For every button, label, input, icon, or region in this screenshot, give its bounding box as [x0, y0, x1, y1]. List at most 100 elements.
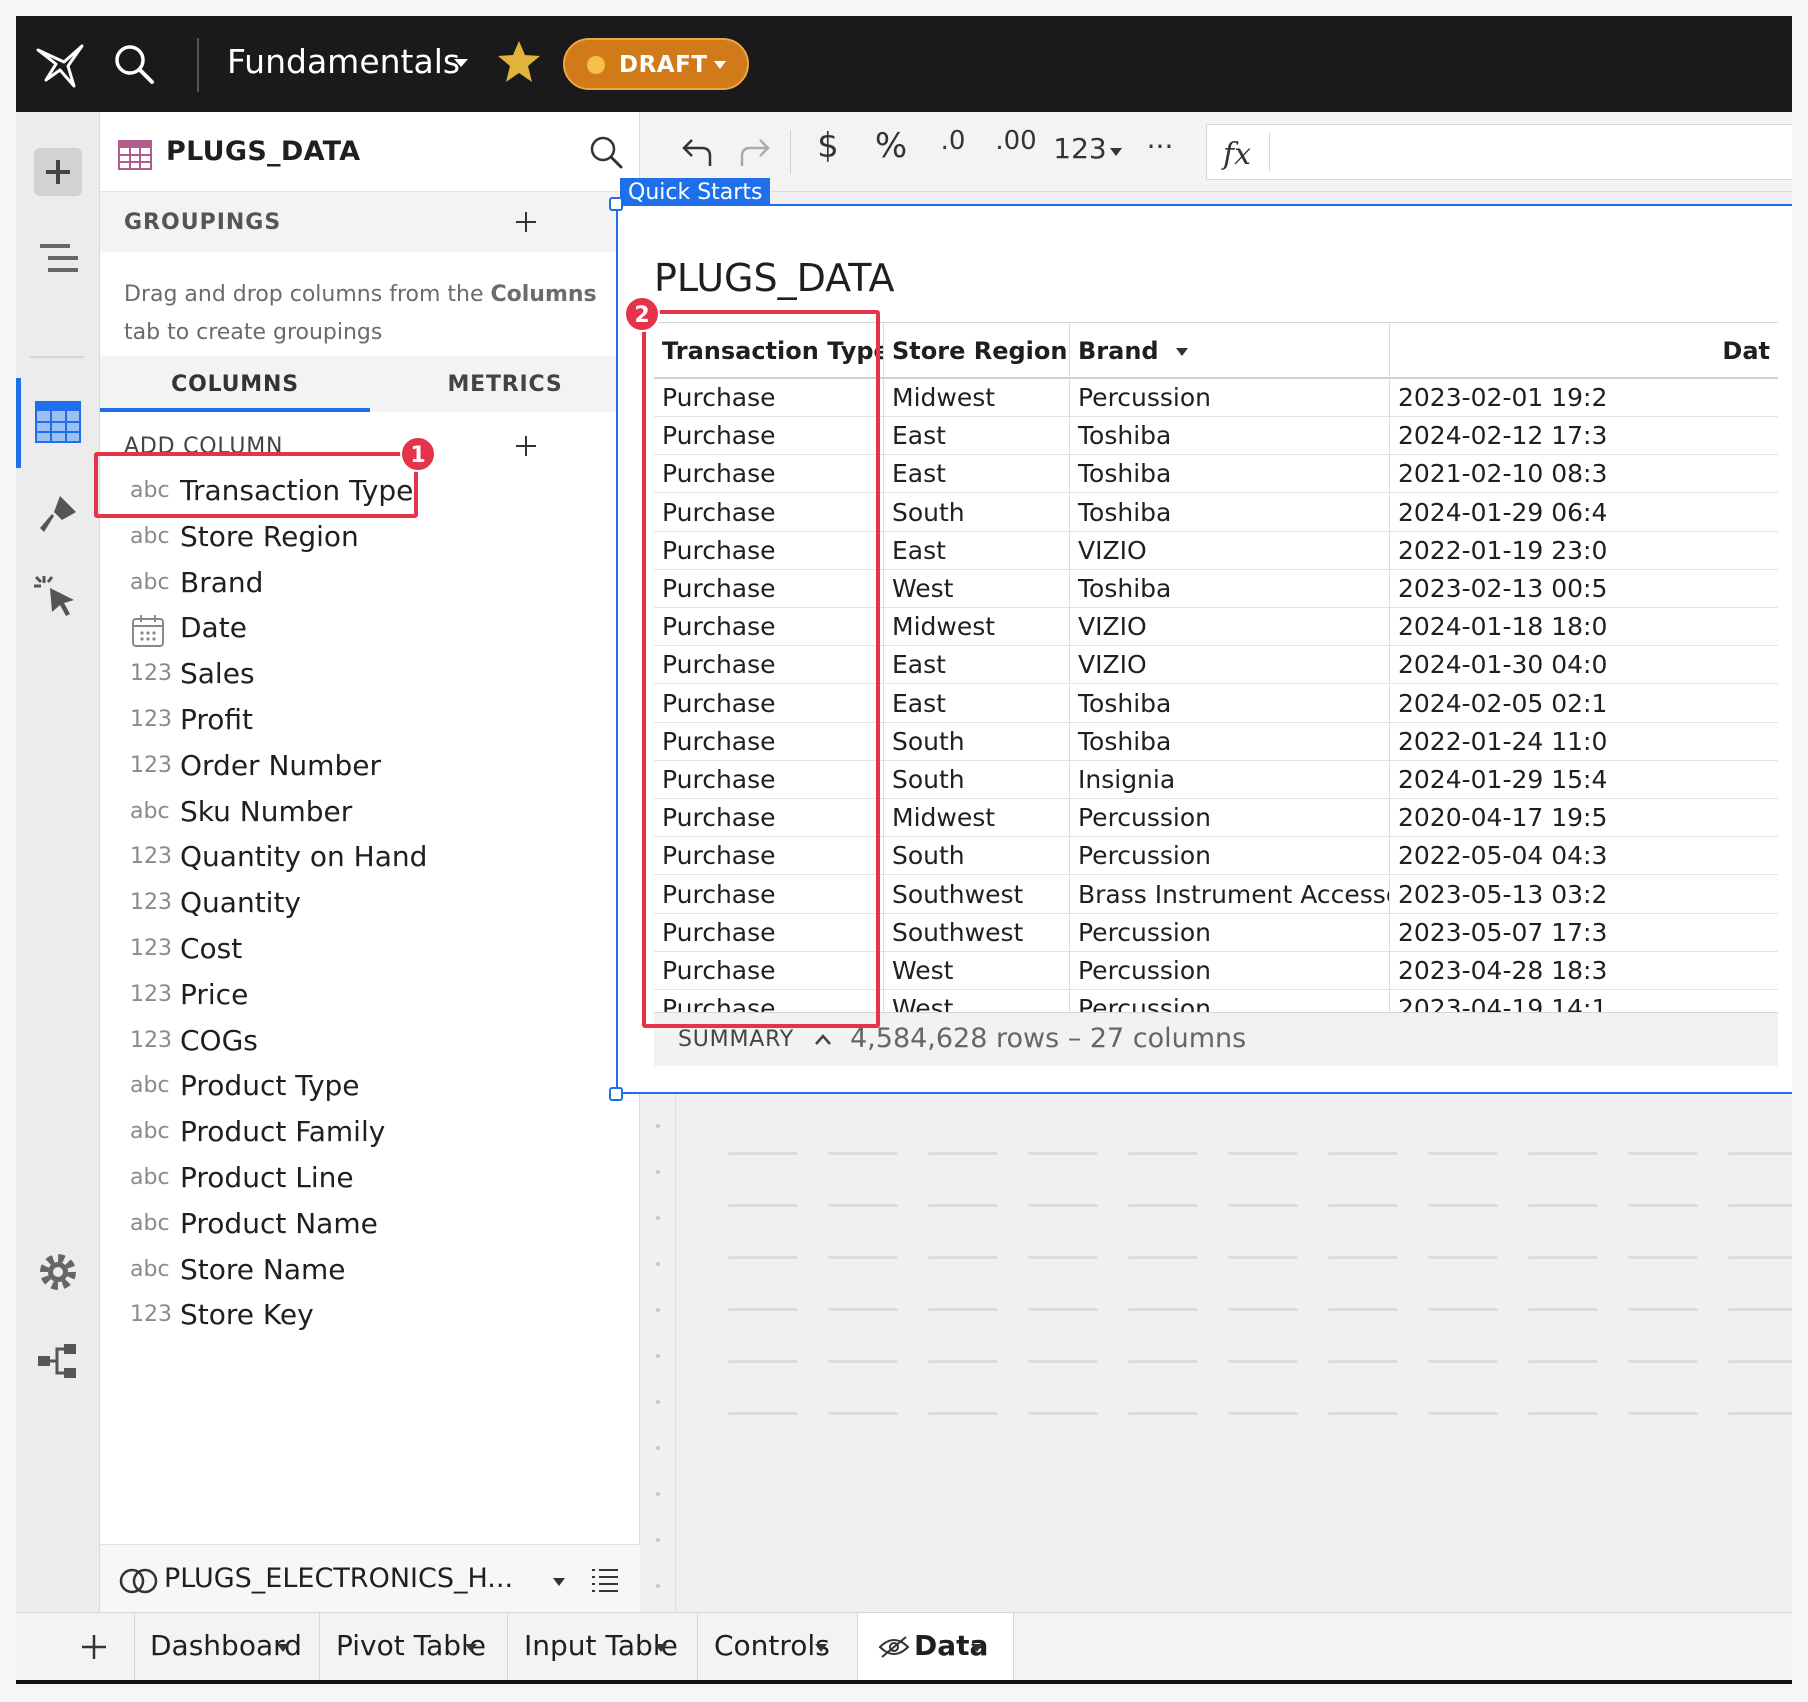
table-cell[interactable]: Toshiba: [1070, 684, 1390, 723]
table-cell[interactable]: Purchase: [654, 722, 884, 761]
list-view-icon[interactable]: [590, 1565, 620, 1595]
table-cell[interactable]: Percussion: [1070, 799, 1390, 838]
table-cell[interactable]: East: [884, 646, 1070, 685]
chevron-down-icon[interactable]: [464, 1643, 478, 1653]
panel-title[interactable]: PLUGS_DATA: [166, 136, 361, 167]
table-cell[interactable]: 2023-05-13 03:2: [1390, 876, 1778, 914]
page-tab-data[interactable]: Data: [858, 1613, 1014, 1680]
table-cell[interactable]: Brass Instrument Accessories: [1070, 875, 1390, 914]
table-row[interactable]: Purchase Southwest Brass Instrument Access…: [654, 875, 1778, 914]
resize-handle-bottom-left[interactable]: [609, 1087, 623, 1101]
table-cell[interactable]: Purchase: [654, 799, 884, 838]
table-cell[interactable]: Purchase: [654, 570, 884, 608]
table-cell[interactable]: Insignia: [1070, 761, 1390, 799]
table-cell[interactable]: Midwest: [884, 799, 1070, 838]
table-cell[interactable]: 2024-02-05 02:1: [1390, 685, 1778, 723]
table-cell[interactable]: Percussion: [1070, 990, 1390, 1012]
table-cell[interactable]: Purchase: [654, 684, 884, 723]
table-cell[interactable]: 2022-01-24 11:0: [1390, 723, 1778, 761]
settings-gear-icon[interactable]: [30, 1244, 86, 1300]
table-cell[interactable]: 2024-01-18 18:0: [1390, 608, 1778, 646]
table-row[interactable]: Purchase South Insignia 2024-01-29 15:4: [654, 761, 1778, 799]
table-row[interactable]: Purchase South Toshiba 2022-01-24 11:0: [654, 722, 1778, 761]
tab-columns[interactable]: COLUMNS: [100, 356, 370, 412]
chevron-down-icon[interactable]: [276, 1643, 290, 1653]
table-cell[interactable]: South: [884, 837, 1070, 876]
column-list-item[interactable]: abc Product Type: [100, 1067, 640, 1113]
table-row[interactable]: Purchase Midwest Percussion 2020-04-17 19:5: [654, 799, 1778, 838]
table-title[interactable]: PLUGS_DATA: [654, 256, 894, 300]
table-cell[interactable]: 2024-02-12 17:3: [1390, 417, 1778, 455]
table-row[interactable]: Purchase South Toshiba 2024-01-29 06:4: [654, 493, 1778, 532]
add-element-icon[interactable]: [30, 144, 86, 200]
table-row[interactable]: Purchase East VIZIO 2022-01-19 23:0: [654, 531, 1778, 570]
column-list-item[interactable]: 123 Quantity: [100, 884, 640, 930]
table-cell[interactable]: Toshiba: [1070, 417, 1390, 456]
table-cell[interactable]: VIZIO: [1070, 531, 1390, 570]
datasource-name[interactable]: PLUGS_ELECTRONICS_H...: [164, 1563, 513, 1594]
page-tab-input-table[interactable]: Input Table: [508, 1613, 698, 1680]
column-list-item[interactable]: abc Product Line: [100, 1159, 640, 1205]
table-cell[interactable]: South: [884, 493, 1070, 532]
sigma-logo-icon[interactable]: [34, 42, 86, 88]
table-row[interactable]: Purchase West Percussion 2023-04-28 18:3: [654, 952, 1778, 990]
table-cell[interactable]: Purchase: [654, 379, 884, 417]
table-row[interactable]: Purchase East VIZIO 2024-01-30 04:0: [654, 646, 1778, 685]
column-list-item[interactable]: 123 Profit: [100, 701, 640, 747]
table-properties-icon[interactable]: [30, 394, 86, 450]
table-cell[interactable]: VIZIO: [1070, 646, 1390, 685]
table-cell[interactable]: Toshiba: [1070, 493, 1390, 532]
column-header[interactable]: Transaction Type: [654, 323, 884, 379]
lineage-icon[interactable]: [30, 1334, 86, 1390]
table-cell[interactable]: Southwest: [884, 875, 1070, 914]
table-cell[interactable]: Purchase: [654, 531, 884, 570]
table-row[interactable]: Purchase Midwest Percussion 2023-02-01 19:2: [654, 379, 1778, 417]
column-list-item[interactable]: abc Sku Number: [100, 793, 640, 839]
number-format-dropdown[interactable]: 123: [1052, 126, 1108, 178]
table-row[interactable]: Purchase West Toshiba 2023-02-13 00:5: [654, 570, 1778, 608]
summary-label[interactable]: SUMMARY: [678, 1027, 794, 1052]
table-row[interactable]: Purchase Southwest Percussion 2023-05-07 17…: [654, 913, 1778, 952]
tab-metrics[interactable]: METRICS: [370, 356, 640, 412]
table-cell[interactable]: Southwest: [884, 913, 1070, 952]
table-cell[interactable]: Toshiba: [1070, 570, 1390, 608]
table-cell[interactable]: West: [884, 990, 1070, 1012]
search-icon[interactable]: [588, 134, 624, 170]
table-cell[interactable]: Purchase: [654, 608, 884, 647]
add-column-plus-icon[interactable]: [514, 434, 538, 458]
table-cell[interactable]: East: [884, 684, 1070, 723]
column-list-item[interactable]: 123 Order Number: [100, 747, 640, 793]
draft-status-button[interactable]: DRAFT: [563, 38, 749, 90]
chevron-down-icon[interactable]: [453, 58, 469, 68]
column-list-item[interactable]: 123 Quantity on Hand: [100, 838, 640, 884]
table-cell[interactable]: 2023-04-19 14:1: [1390, 990, 1778, 1012]
currency-format-button[interactable]: $: [806, 126, 850, 178]
redo-icon[interactable]: [738, 136, 772, 168]
page-tab-pivot-table[interactable]: Pivot Table: [320, 1613, 508, 1680]
column-header[interactable]: Store Region: [884, 323, 1070, 379]
table-row[interactable]: Purchase East Toshiba 2024-02-05 02:1: [654, 684, 1778, 723]
table-cell[interactable]: Purchase: [654, 455, 884, 494]
table-cell[interactable]: Purchase: [654, 990, 884, 1012]
column-list-item[interactable]: abc Product Name: [100, 1205, 640, 1251]
table-cell[interactable]: West: [884, 570, 1070, 608]
column-list-item[interactable]: abc Store Region: [100, 518, 640, 564]
table-cell[interactable]: 2023-04-28 18:3: [1390, 952, 1778, 990]
page-tab-dashboard[interactable]: Dashboard: [134, 1613, 320, 1680]
chevron-down-icon[interactable]: [970, 1643, 984, 1653]
chevron-down-icon[interactable]: [654, 1643, 668, 1653]
add-grouping-plus-icon[interactable]: [514, 210, 538, 234]
table-cell[interactable]: Purchase: [654, 875, 884, 914]
table-cell[interactable]: Purchase: [654, 493, 884, 532]
add-page-plus-icon[interactable]: [80, 1633, 108, 1661]
column-list-item[interactable]: 123 Sales: [100, 655, 640, 701]
table-cell[interactable]: 2022-05-04 04:3: [1390, 837, 1778, 875]
table-cell[interactable]: Purchase: [654, 837, 884, 876]
column-header[interactable]: Dat: [1390, 323, 1778, 379]
table-row[interactable]: Purchase West Percussion 2023-04-19 14:1: [654, 990, 1778, 1012]
increase-decimal-button[interactable]: .00: [986, 126, 1046, 178]
more-options-button[interactable]: ···: [1140, 126, 1180, 178]
table-cell[interactable]: Toshiba: [1070, 722, 1390, 761]
formula-bar[interactable]: fx: [1206, 124, 1792, 180]
column-list-item[interactable]: 123 Cost: [100, 930, 640, 976]
